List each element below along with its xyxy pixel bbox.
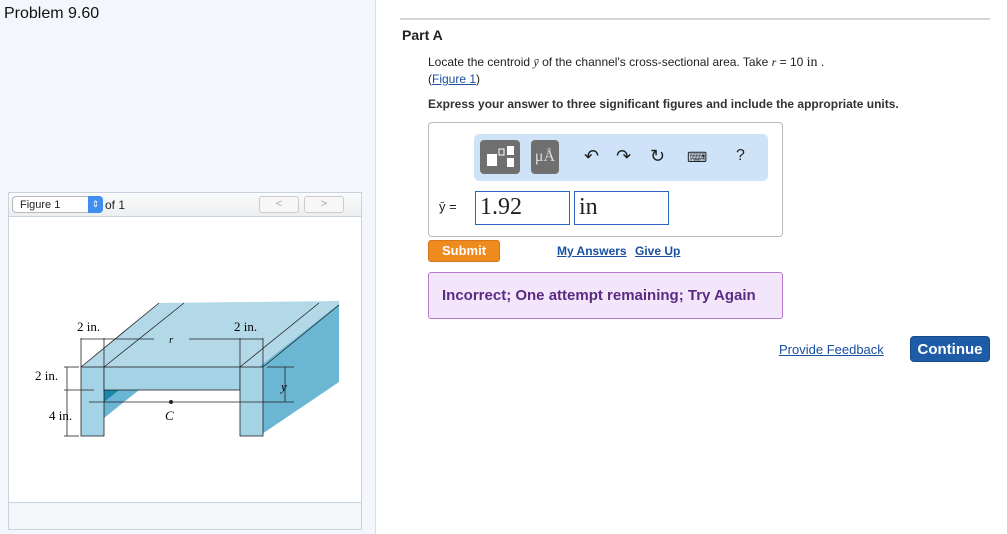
answer-box: μÅ ↶ ↷ ↻ ⌨ ? ȳ = 1.92 in [428, 122, 783, 237]
dim-label: 2 in. [77, 319, 100, 334]
figure-select-value: Figure 1 [20, 199, 61, 211]
answer-value-input[interactable]: 1.92 [475, 191, 570, 225]
problem-title: Problem 9.60 [4, 5, 100, 22]
left-panel: Problem 9.60 Figure 1 ⇕ of 1 < > 2 in. 2 … [0, 0, 376, 534]
give-up-link[interactable]: Give Up [635, 244, 680, 258]
provide-feedback-link[interactable]: Provide Feedback [779, 342, 884, 357]
figure-viewer: Figure 1 ⇕ of 1 < > 2 in. 2 in. r 2 in. 4… [8, 192, 362, 530]
undo-icon[interactable]: ↶ [584, 146, 599, 167]
centroid-dot [169, 400, 173, 404]
part-title: Part A [402, 27, 443, 43]
figure-link[interactable]: Figure 1 [432, 72, 476, 86]
help-button[interactable]: ? [736, 147, 745, 165]
redo-icon[interactable]: ↷ [616, 146, 631, 167]
prev-figure-button[interactable]: < [259, 196, 299, 213]
units-button[interactable]: μÅ [531, 140, 559, 174]
chevron-updown-icon: ⇕ [88, 196, 103, 213]
next-figure-button[interactable]: > [304, 196, 344, 213]
r-label: r [169, 334, 174, 346]
question-text: Locate the centroid ȳ of the channel's c… [428, 55, 825, 86]
reset-icon[interactable]: ↻ [650, 146, 665, 167]
instruction: Express your answer to three significant… [428, 97, 899, 111]
keyboard-icon[interactable]: ⌨ [687, 149, 707, 166]
figure-select[interactable]: Figure 1 ⇕ [12, 196, 103, 213]
dim-label: 4 in. [49, 408, 72, 423]
answer-unit-input[interactable]: in [574, 191, 669, 225]
channel-figure: 2 in. 2 in. r 2 in. 4 in. y C [35, 301, 340, 437]
figure-footer [9, 502, 361, 529]
feedback-message: Incorrect; One attempt remaining; Try Ag… [428, 272, 783, 319]
dim-label: 2 in. [234, 319, 257, 334]
figure-count: of 1 [105, 198, 126, 212]
left-flange [80, 366, 105, 437]
dim-label: 2 in. [35, 368, 58, 383]
ybar-label: y [279, 379, 287, 394]
my-answers-link[interactable]: My Answers [557, 244, 627, 258]
centroid-label: C [165, 408, 174, 423]
answer-label: ȳ = [439, 199, 457, 214]
web [103, 366, 241, 391]
figure-header: Figure 1 ⇕ of 1 < > [9, 193, 361, 217]
right-flange [239, 366, 264, 437]
submit-button[interactable]: Submit [428, 240, 500, 262]
math-toolbar: μÅ ↶ ↷ ↻ ⌨ ? [474, 134, 768, 181]
divider [400, 18, 990, 20]
continue-button[interactable]: Continue [910, 336, 990, 362]
templates-button[interactable] [480, 140, 520, 174]
